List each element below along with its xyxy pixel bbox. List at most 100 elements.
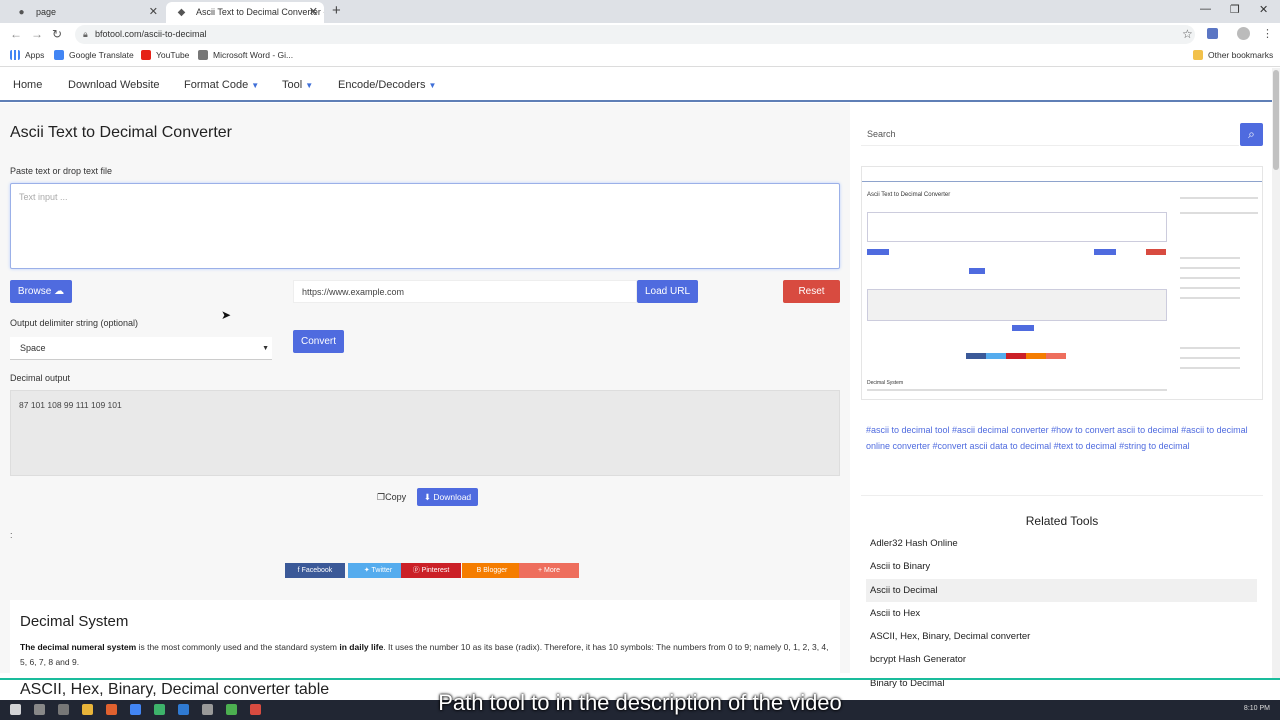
sidebar: Search ⌕ Ascii Text to Decimal Converter… <box>850 103 1272 689</box>
description-card: Decimal System The decimal numeral syste… <box>10 600 840 698</box>
thumb-line <box>1180 357 1240 359</box>
preview-thumbnail[interactable]: Ascii Text to Decimal Converter Decimal … <box>861 166 1263 400</box>
nav-home[interactable]: Home <box>13 79 42 91</box>
bookmarks-bar: Apps Google Translate YouTube Microsoft … <box>0 46 1280 67</box>
caret-down-icon: ▼ <box>428 81 437 90</box>
video-progress-line <box>0 678 1280 680</box>
decimal-system-text: The decimal numeral system is the most c… <box>20 642 829 667</box>
output-label: Decimal output <box>10 373 71 383</box>
close-icon[interactable]: ✕ <box>309 2 318 23</box>
bookmark-microsoft-word[interactable]: Microsoft Word - Gi... <box>198 50 293 60</box>
nav-download-website[interactable]: Download Website <box>68 79 160 91</box>
tab-ascii-converter[interactable]: ◆ Ascii Text to Decimal Converter - ✕ <box>166 2 324 23</box>
thumb-title: Ascii Text to Decimal Converter <box>867 192 951 198</box>
thumb-button <box>1012 325 1034 331</box>
thumb-line <box>867 389 1167 391</box>
tab-page[interactable]: ● page ✕ <box>6 2 164 23</box>
cloud-upload-icon: ☁ <box>54 286 65 297</box>
minimize-icon[interactable]: — <box>1200 3 1211 15</box>
caret-down-icon: ▼ <box>305 81 314 90</box>
reset-button[interactable]: Reset <box>783 280 840 303</box>
youtube-icon <box>141 50 151 60</box>
nav-tool[interactable]: Tool ▼ <box>282 79 313 91</box>
related-tool-item[interactable]: Adler32 Hash Online <box>866 532 1257 555</box>
thumb-line <box>1180 287 1240 289</box>
related-tool-item-active[interactable]: Ascii to Decimal <box>866 579 1257 602</box>
reload-icon[interactable]: ↻ <box>52 28 62 40</box>
github-icon: ● <box>18 7 25 18</box>
share-twitter-button[interactable]: ✦ Twitter <box>348 563 408 578</box>
thumb-output <box>867 289 1167 321</box>
url-input[interactable]: https://www.example.com <box>293 280 637 303</box>
search-button[interactable]: ⌕ <box>1240 123 1263 146</box>
thumb-line <box>1180 267 1240 269</box>
lock-icon: 🔒︎ <box>83 29 88 39</box>
thumb-button <box>969 268 985 274</box>
scroll-thumb[interactable] <box>1273 70 1279 170</box>
tab-title: Ascii Text to Decimal Converter - <box>196 7 324 17</box>
browse-button[interactable]: Browse ☁ <box>10 280 72 303</box>
main-content: Ascii Text to Decimal Converter Paste te… <box>0 103 850 698</box>
bookmark-youtube[interactable]: YouTube <box>141 50 189 60</box>
bookmark-google-translate[interactable]: Google Translate <box>54 50 134 60</box>
google-translate-icon <box>54 50 64 60</box>
decimal-output[interactable]: 87 101 108 99 111 109 101 <box>10 390 840 476</box>
tab-title: page <box>36 7 57 17</box>
nav-encode-decoders[interactable]: Encode/Decoders ▼ <box>338 79 436 91</box>
share-more-button[interactable]: + More <box>519 563 579 578</box>
nav-format-code[interactable]: Format Code ▼ <box>184 79 259 91</box>
related-tool-item[interactable]: ASCII, Hex, Binary, Decimal converter <box>866 625 1257 648</box>
decimal-system-heading: Decimal System <box>20 613 129 630</box>
thumb-input <box>867 212 1167 242</box>
new-tab-icon[interactable]: + <box>332 3 341 19</box>
translate-extension-icon[interactable] <box>1207 28 1218 39</box>
bookmark-star-icon[interactable]: ☆ <box>1182 27 1193 41</box>
search-input[interactable]: Search <box>861 123 1239 146</box>
related-tool-item[interactable]: Binary to Decimal <box>866 672 1257 690</box>
forward-icon[interactable]: → <box>31 28 43 40</box>
paste-label: Paste text or drop text file <box>10 166 113 176</box>
related-tool-item[interactable]: Ascii to Binary <box>866 555 1257 578</box>
share-facebook-button[interactable]: f Facebook <box>285 563 345 578</box>
back-icon[interactable]: ← <box>10 28 22 40</box>
related-tool-item[interactable]: Ascii to Hex <box>866 602 1257 625</box>
load-url-button[interactable]: Load URL <box>637 280 698 303</box>
restore-icon[interactable]: ❐ <box>1230 3 1240 16</box>
thumb-line <box>1180 212 1258 214</box>
text-input[interactable]: Text input ... <box>10 183 840 269</box>
download-button[interactable]: ⬇ Download <box>417 488 478 506</box>
apps-grid-icon <box>10 50 20 60</box>
download-icon: ⬇ <box>423 492 431 502</box>
thumb-line <box>1180 347 1240 349</box>
tab-strip: ● page ✕ ◆ Ascii Text to Decimal Convert… <box>0 0 1280 23</box>
menu-kebab-icon[interactable]: ⋮ <box>1262 27 1273 40</box>
share-blogger-button[interactable]: B Blogger <box>462 563 522 578</box>
thumb-nav <box>862 172 1262 182</box>
window-close-icon[interactable]: ✕ <box>1259 3 1268 16</box>
delimiter-label: Output delimiter string (optional) <box>10 318 139 328</box>
thumb-section-heading: Decimal System <box>867 380 904 386</box>
separator-text: : <box>10 530 13 540</box>
close-icon[interactable]: ✕ <box>149 2 158 23</box>
share-pinterest-button[interactable]: ⓟ Pinterest <box>401 563 461 578</box>
text-input-placeholder: Text input ... <box>19 192 68 202</box>
copy-icon: ❐ <box>377 492 386 502</box>
thumb-share <box>966 353 1066 359</box>
related-tool-item[interactable]: bcrypt Hash Generator <box>866 648 1257 671</box>
address-bar[interactable]: 🔒︎ bfotool.com/ascii-to-decimal <box>75 25 1195 44</box>
url-text: bfotool.com/ascii-to-decimal <box>95 29 207 39</box>
delimiter-select[interactable]: Space ▼ <box>10 337 272 360</box>
bookmark-apps[interactable]: Apps <box>10 50 44 60</box>
convert-button[interactable]: Convert <box>293 330 344 353</box>
thumb-line <box>1180 197 1258 199</box>
folder-icon <box>1193 50 1203 60</box>
page-scrollbar[interactable] <box>1272 68 1280 678</box>
site-icon: ◆ <box>177 7 186 18</box>
profile-icon[interactable] <box>1237 27 1250 40</box>
tag-list[interactable]: #ascii to decimal tool #ascii decimal co… <box>866 423 1260 454</box>
mouse-cursor-icon: ➤ <box>221 308 232 322</box>
browser-toolbar: ← → ↻ 🔒︎ bfotool.com/ascii-to-decimal <box>0 23 1280 46</box>
thumb-button <box>1094 249 1116 255</box>
bookmark-other[interactable]: Other bookmarks <box>1193 50 1273 60</box>
copy-button[interactable]: ❐Copy <box>377 489 406 506</box>
